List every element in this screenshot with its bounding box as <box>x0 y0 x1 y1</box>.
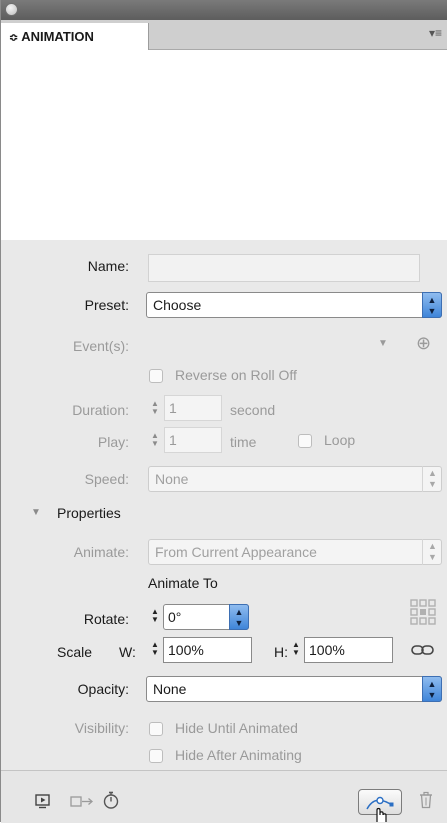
duration-stepper-icon[interactable]: ▲ ▼ <box>149 400 161 416</box>
rotate-label: Rotate: <box>83 611 129 627</box>
scale-h-stepper-icon[interactable]: ▲ ▼ <box>290 641 302 657</box>
opacity-select[interactable]: None ▲ ▼ <box>146 676 442 702</box>
duration-field[interactable]: 1 <box>164 395 222 421</box>
preset-label: Preset: <box>84 297 129 313</box>
animation-panel: ≎ ANIMATION ▾≡ Name: Preset: Choose ▲ ▼ Ev… <box>0 0 447 823</box>
play-field[interactable]: 1 <box>164 427 222 453</box>
preset-value: Choose <box>153 297 202 313</box>
timing-icon[interactable] <box>102 790 120 810</box>
convert-to-motion-path-icon[interactable] <box>70 795 96 809</box>
tab-animation[interactable]: ≎ ANIMATION <box>1 23 149 50</box>
rotate-stepper-icon[interactable]: ▲ ▼ <box>149 608 161 624</box>
animate-label: Animate: <box>73 544 129 560</box>
rotate-select[interactable]: 0° ▲ ▼ <box>163 604 249 630</box>
hide-until-animated-checkbox[interactable] <box>149 722 163 736</box>
animate-value: From Current Appearance <box>155 544 317 560</box>
scale-h-field[interactable]: 100% <box>304 637 393 663</box>
speed-select[interactable]: None ▲ ▼ <box>148 466 442 492</box>
animate-dropdown-arrows-icon[interactable]: ▲ ▼ <box>422 539 442 565</box>
collapse-arrows-icon: ≎ <box>9 32 19 44</box>
constrain-proportions-link-icon[interactable] <box>411 644 435 656</box>
hide-until-animated-label: Hide Until Animated <box>175 720 298 736</box>
hide-after-animating-checkbox[interactable] <box>149 749 163 763</box>
events-label: Event(s): <box>72 338 129 354</box>
rotate-value: 0° <box>168 609 182 625</box>
reverse-on-roll-off-checkbox[interactable] <box>149 369 163 383</box>
speed-label: Speed: <box>84 471 129 487</box>
animation-preview-area[interactable] <box>1 50 447 240</box>
tab-animation-label: ANIMATION <box>21 29 94 44</box>
reference-point-icon[interactable] <box>409 598 437 626</box>
scale-w-stepper-icon[interactable]: ▲ ▼ <box>149 641 161 657</box>
scale-w-field[interactable]: 100% <box>163 637 252 663</box>
animate-select[interactable]: From Current Appearance ▲ ▼ <box>148 539 442 565</box>
name-field[interactable] <box>148 254 420 282</box>
opacity-dropdown-arrows-icon[interactable]: ▲ ▼ <box>422 676 442 702</box>
tab-strip: ≎ ANIMATION ▾≡ <box>1 20 447 50</box>
visibility-label: Visibility: <box>74 720 129 736</box>
trash-icon[interactable] <box>418 791 434 809</box>
panel-title-bar[interactable] <box>1 0 447 20</box>
preview-icon[interactable] <box>35 793 51 809</box>
play-label: Play: <box>97 434 129 450</box>
play-unit: time <box>230 434 257 450</box>
events-dropdown-arrow-icon[interactable]: ▼ <box>378 338 388 349</box>
scale-w-label: W: <box>119 644 136 660</box>
hide-after-animating-label: Hide After Animating <box>175 747 302 763</box>
reverse-on-roll-off-label: Reverse on Roll Off <box>175 367 297 383</box>
scale-h-label: H: <box>274 644 288 660</box>
loop-label: Loop <box>324 432 356 448</box>
speed-value: None <box>155 471 189 487</box>
opacity-label: Opacity: <box>77 681 129 697</box>
speed-dropdown-arrows-icon[interactable]: ▲ ▼ <box>422 466 442 492</box>
duration-label: Duration: <box>72 402 129 418</box>
animate-to-heading: Animate To <box>148 575 218 591</box>
add-event-icon[interactable]: ⊕ <box>416 333 431 354</box>
disclosure-triangle-icon[interactable]: ▼ <box>31 507 41 518</box>
name-label: Name: <box>87 258 129 274</box>
hand-cursor-icon <box>376 807 387 822</box>
scale-label: Scale <box>57 644 93 660</box>
play-stepper-icon[interactable]: ▲ ▼ <box>149 432 161 448</box>
properties-header[interactable]: Properties <box>57 505 121 521</box>
opacity-value: None <box>153 681 187 697</box>
close-icon[interactable] <box>5 3 18 16</box>
duration-unit: second <box>230 402 276 418</box>
preset-dropdown-arrows-icon[interactable]: ▲ ▼ <box>422 292 442 318</box>
panel-menu-icon[interactable]: ▾≡ <box>429 26 442 40</box>
preset-select[interactable]: Choose ▲ ▼ <box>146 292 442 318</box>
loop-checkbox[interactable] <box>298 434 312 448</box>
rotate-dropdown-arrows-icon[interactable]: ▲ ▼ <box>229 604 249 630</box>
